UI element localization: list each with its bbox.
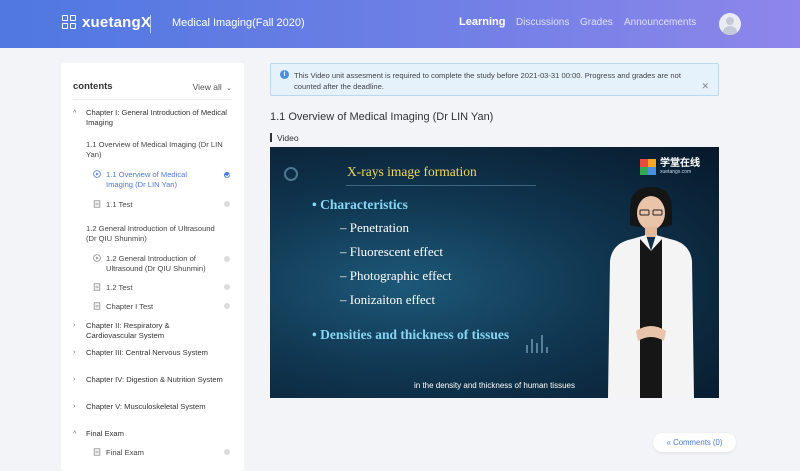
slide-sub-2: – Fluorescent effect: [340, 244, 443, 259]
toc-item-final-exam[interactable]: Final Exam: [106, 448, 144, 458]
toc-final-exam[interactable]: Final Exam: [86, 429, 124, 439]
section-title: 1.1 Overview of Medical Imaging (Dr LIN …: [270, 111, 494, 123]
status-dot-icon: [224, 303, 230, 309]
nav-discussions[interactable]: Discussions: [516, 17, 569, 28]
status-dot-icon: [224, 449, 230, 455]
slide-sub-2-text: Fluorescent effect: [349, 244, 443, 259]
xuetang-logo-icon: [640, 159, 656, 175]
slide-bullet-1: • Characteristics: [312, 197, 408, 212]
nav-grades[interactable]: Grades: [580, 17, 613, 28]
double-chevron-left-icon: «: [666, 438, 671, 447]
header-divider: [150, 15, 151, 33]
video-slide-heading: X-rays image formation: [347, 164, 477, 179]
status-dot-icon: [224, 256, 230, 262]
toc-item-1-1-video[interactable]: 1.1 Overview of Medical Imaging (Dr LIN …: [106, 170, 214, 189]
divider: [73, 99, 232, 100]
comments-label: Comments (0): [673, 438, 723, 447]
document-icon: [93, 283, 101, 291]
chevron-down-icon: ⌄: [226, 85, 232, 92]
completed-check-icon: [224, 172, 230, 178]
document-icon: [93, 302, 101, 310]
logo-text: xuetangX: [82, 14, 152, 31]
toc-section-1-1[interactable]: 1.1 Overview of Medical Imaging (Dr LIN …: [86, 140, 226, 159]
status-dot-icon: [224, 201, 230, 207]
document-icon: [93, 200, 101, 208]
play-icon: [93, 170, 101, 178]
expand-caret-icon[interactable]: ›: [73, 322, 75, 329]
video-player[interactable]: X-rays image formation • Characteristics…: [270, 147, 719, 398]
toc-chapter-2[interactable]: Chapter II: Respiratory & Cardiovascular…: [86, 321, 216, 340]
top-header: xuetangX Medical Imaging(Fall 2020) Lear…: [0, 0, 800, 48]
slide-sub-4-text: Ionizaiton effect: [349, 292, 436, 307]
watermark-url: xuetangx.com: [660, 169, 692, 175]
contents-sidebar: contents View all ⌄ ^ Chapter I: General…: [61, 63, 244, 471]
video-subtitle: in the density and thickness of human ti…: [414, 381, 575, 390]
deadline-notice: i This Video unit assesment is required …: [270, 63, 719, 96]
nav-learning[interactable]: Learning: [459, 16, 505, 28]
slide-sub-1: – Penetration: [340, 220, 409, 235]
close-icon[interactable]: ✕: [701, 81, 709, 92]
toc-chapter-5[interactable]: Chapter V: Musculoskeletal System: [86, 402, 206, 412]
contents-title: contents: [73, 81, 113, 92]
comments-button[interactable]: « Comments (0): [653, 433, 736, 452]
view-all-button[interactable]: View all ⌄: [193, 82, 232, 92]
user-avatar[interactable]: [719, 13, 741, 35]
label-marker: [270, 133, 272, 142]
decorative-ring-icon: [284, 167, 298, 181]
toc-item-1-1-test[interactable]: 1.1 Test: [106, 200, 132, 210]
document-icon: [93, 448, 101, 456]
notice-text: This Video unit assesment is required to…: [294, 71, 681, 91]
toc-chapter-3[interactable]: Chapter III: Central Nervous System: [86, 348, 211, 358]
toc-chapter-4[interactable]: Chapter IV: Digestion & Nutrition System: [86, 375, 226, 385]
toc-item-chapter-1-test[interactable]: Chapter I Test: [106, 302, 153, 312]
slide-sub-1-text: Penetration: [349, 220, 409, 235]
collapse-caret-icon[interactable]: ^: [73, 431, 76, 438]
presenter-figure: [608, 187, 694, 398]
video-watermark-logo: 学堂在线 xuetangx.com: [640, 159, 700, 175]
slide-underline: [346, 185, 536, 186]
expand-caret-icon[interactable]: ›: [73, 376, 75, 383]
video-label: Video: [277, 133, 299, 143]
toc-chapter-1[interactable]: Chapter I: General Introduction of Medic…: [86, 108, 236, 127]
play-icon: [93, 254, 101, 262]
toc-section-1-2[interactable]: 1.2 General Introduction of Ultrasound (…: [86, 224, 226, 243]
slide-sub-4: – Ionizaiton effect: [340, 292, 436, 307]
slide-bullet-1-text: Characteristics: [320, 197, 408, 212]
site-logo[interactable]: xuetangX: [62, 14, 151, 31]
expand-caret-icon[interactable]: ›: [73, 349, 75, 356]
expand-caret-icon[interactable]: ›: [73, 403, 75, 410]
toc-item-1-2-test[interactable]: 1.2 Test: [106, 283, 132, 293]
course-title: Medical Imaging(Fall 2020): [172, 17, 305, 29]
slide-bullet-2: • Densities and thickness of tissues: [312, 327, 510, 342]
view-all-label: View all: [192, 82, 222, 92]
nav-announcements[interactable]: Announcements: [624, 17, 696, 28]
status-dot-icon: [224, 284, 230, 290]
slide-sub-3: – Photographic effect: [340, 268, 452, 283]
logo-icon: [62, 14, 78, 31]
slide-sub-3-text: Photographic effect: [349, 268, 452, 283]
watermark-cn: 学堂在线: [660, 158, 700, 169]
collapse-caret-icon[interactable]: ^: [73, 110, 76, 117]
slide-bullet-2-text: Densities and thickness of tissues: [320, 327, 510, 342]
info-icon: i: [280, 70, 289, 79]
toc-item-1-2-video[interactable]: 1.2 General Introduction of Ultrasound (…: [106, 254, 218, 273]
